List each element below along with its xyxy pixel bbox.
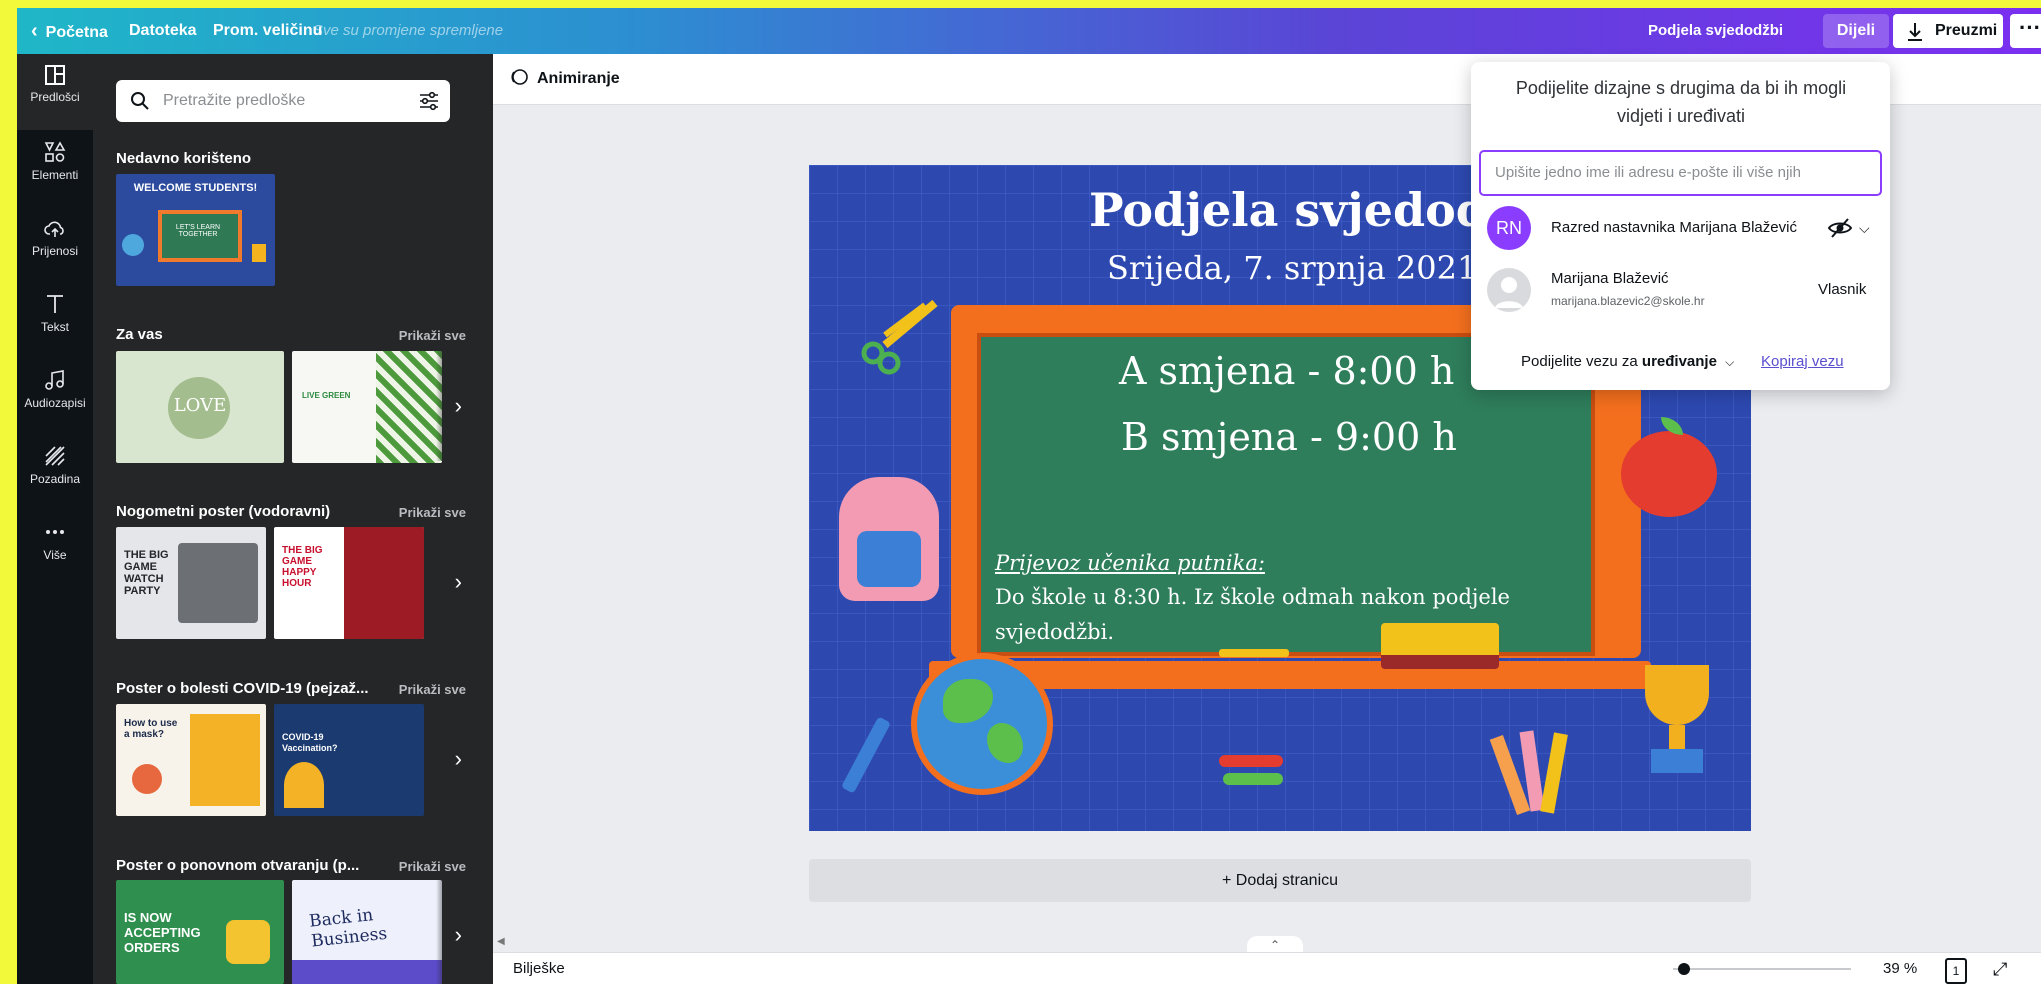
animate-icon bbox=[511, 69, 528, 85]
transport-line-2[interactable]: svjedodžbi. bbox=[995, 620, 1114, 644]
scissors-illustration bbox=[855, 295, 945, 380]
background-pattern-icon bbox=[45, 446, 65, 466]
home-button[interactable]: ‹ Početna bbox=[31, 8, 108, 54]
zoom-level[interactable]: 39 % bbox=[1883, 953, 1917, 984]
filter-sliders-icon[interactable] bbox=[418, 90, 440, 112]
add-page-button[interactable]: + Dodaj stranicu bbox=[809, 859, 1751, 902]
template-thumb-welcome[interactable]: WELCOME STUDENTS! LET'S LEARN TOGETHER bbox=[116, 174, 275, 286]
shapes-icon bbox=[44, 141, 66, 162]
template-thumb-watch-party[interactable]: THE BIG GAME WATCH PARTY bbox=[116, 527, 266, 639]
template-thumb-love[interactable]: LOVE bbox=[116, 351, 284, 463]
file-menu[interactable]: Datoteka bbox=[129, 8, 197, 54]
template-thumb-mask[interactable]: How to use a mask? bbox=[116, 704, 266, 816]
chevron-right-icon[interactable]: › bbox=[436, 351, 462, 461]
share-row-owner: Marijana Blažević marijana.blazevic2@sko… bbox=[1487, 268, 1877, 314]
chevron-right-icon[interactable]: › bbox=[436, 704, 462, 814]
owner-avatar bbox=[1487, 268, 1531, 312]
team-avatar: RN bbox=[1487, 206, 1531, 250]
chevron-up-icon[interactable]: ⌃ bbox=[1247, 936, 1303, 952]
resize-button[interactable]: Prom. veličinu bbox=[213, 8, 322, 54]
notes-button[interactable]: Bilješke bbox=[513, 953, 565, 984]
upload-cloud-icon bbox=[44, 221, 64, 237]
owner-name: Marijana Blažević bbox=[1551, 270, 1669, 287]
team-name: Razred nastavnika Marijana Blažević bbox=[1551, 219, 1797, 236]
template-thumb-live-green[interactable]: LIVE GREEN bbox=[292, 351, 442, 463]
share-button[interactable]: Dijeli bbox=[1823, 14, 1889, 48]
music-note-icon bbox=[45, 370, 64, 390]
rail-item-uploads[interactable]: Prijenosi bbox=[17, 206, 93, 282]
apple-illustration bbox=[1621, 417, 1717, 517]
rail-item-elements[interactable]: Elementi bbox=[17, 130, 93, 206]
visibility-off-icon[interactable] bbox=[1827, 217, 1853, 243]
document-title[interactable]: Podjela svjedodžbi bbox=[1648, 8, 1783, 54]
shift-a-text[interactable]: A smjena - 8:00 h bbox=[1119, 349, 1454, 393]
canva-app: ‹ Početna Datoteka Prom. veličinu Sve su … bbox=[17, 8, 2041, 984]
template-icon bbox=[45, 65, 65, 85]
fullscreen-icon[interactable]: ⤢ bbox=[1993, 953, 2007, 984]
section-title-recent: Nedavno korišteno bbox=[116, 150, 252, 167]
download-button[interactable]: Preuzmi bbox=[1893, 14, 2003, 48]
side-rail: Predlošci Elementi Prijenosi Tekst Audio… bbox=[17, 54, 93, 984]
share-popup-title: Podijelite dizajne s drugima da bi ih mo… bbox=[1515, 78, 1847, 126]
see-all-covid[interactable]: Prikaži sve bbox=[399, 682, 466, 697]
rail-item-background[interactable]: Pozadina bbox=[17, 434, 93, 510]
template-thumb-vaccination[interactable]: COVID-19 Vaccination? bbox=[274, 704, 424, 816]
rail-item-templates[interactable]: Predlošci bbox=[17, 54, 93, 130]
copy-link-button[interactable]: Kopiraj vezu bbox=[1761, 353, 1844, 370]
top-bar: ‹ Početna Datoteka Prom. veličinu Sve su … bbox=[17, 8, 2041, 54]
crayons-illustration bbox=[1219, 755, 1283, 795]
see-all-for-you[interactable]: Prikaži sve bbox=[399, 328, 466, 343]
chalk-piece bbox=[1219, 649, 1289, 657]
owner-email: marijana.blazevic2@skole.hr bbox=[1551, 294, 1705, 308]
section-title-covid: Poster o bolesti COVID-19 (pejzaž... bbox=[116, 680, 369, 697]
zoom-slider-handle[interactable] bbox=[1678, 963, 1690, 975]
chalk-eraser bbox=[1381, 623, 1499, 669]
search-input[interactable]: Pretražite predloške bbox=[163, 80, 305, 122]
backpack-illustration bbox=[839, 477, 939, 601]
scroll-left-icon[interactable]: ◀ bbox=[497, 936, 505, 947]
share-popup: Podijelite dizajne s drugima da bi ih mo… bbox=[1471, 62, 1890, 390]
text-icon bbox=[47, 295, 63, 313]
more-options-button[interactable]: ··· bbox=[2010, 14, 2041, 48]
section-title-football: Nogometni poster (vodoravni) bbox=[116, 503, 331, 520]
chevron-right-icon[interactable]: › bbox=[436, 527, 462, 637]
animate-button[interactable]: Animiranje bbox=[509, 54, 620, 104]
user-avatar-icon bbox=[1495, 277, 1523, 308]
transport-line-1[interactable]: Do škole u 8:30 h. Iz škole odmah nakon … bbox=[995, 585, 1510, 609]
page-count-button[interactable]: 1 bbox=[1945, 958, 1967, 984]
transport-heading[interactable]: Prijevoz učenika putnika: bbox=[995, 551, 1265, 575]
template-thumb-accepting-orders[interactable]: IS NOW ACCEPTING ORDERS bbox=[116, 880, 284, 984]
templates-panel: Pretražite predloške Nedavno korišteno W… bbox=[93, 54, 493, 984]
section-title-for-you: Za vas bbox=[116, 326, 163, 343]
share-row-team: RN Razred nastavnika Marijana Blažević ⌵ bbox=[1487, 206, 1877, 252]
see-all-football[interactable]: Prikaži sve bbox=[399, 505, 466, 520]
zoom-slider[interactable] bbox=[1673, 963, 1851, 975]
design-date[interactable]: Srijeda, 7. srpnja 2021. bbox=[1107, 249, 1488, 287]
template-thumb-back-in-business[interactable]: Back in Business bbox=[292, 880, 442, 984]
chevron-down-icon: ⌵ bbox=[1725, 355, 1735, 369]
globe-illustration bbox=[911, 653, 1053, 795]
template-thumb-happy-hour[interactable]: THE BIG GAME HAPPY HOUR bbox=[274, 527, 424, 639]
rail-item-audio[interactable]: Audiozapisi bbox=[17, 358, 93, 434]
share-email-input[interactable]: Upišite jedno ime ili adresu e-pošte ili… bbox=[1479, 150, 1882, 196]
pencils-illustration bbox=[1489, 725, 1573, 815]
search-icon bbox=[131, 92, 149, 110]
bottom-bar: Bilješke 39 % 1 ⤢ bbox=[493, 952, 2041, 984]
owner-role: Vlasnik bbox=[1818, 281, 1867, 298]
shift-b-text[interactable]: B smjena - 9:00 h bbox=[1121, 415, 1457, 459]
rail-item-text[interactable]: Tekst bbox=[17, 282, 93, 358]
see-all-reopening[interactable]: Prikaži sve bbox=[399, 859, 466, 874]
section-title-reopening: Poster o ponovnom otvaranju (p... bbox=[116, 857, 360, 874]
chevron-left-icon: ‹ bbox=[31, 20, 38, 42]
save-status: Sve su promjene spremljene bbox=[313, 22, 504, 39]
chevron-down-icon[interactable]: ⌵ bbox=[1859, 206, 1870, 250]
rail-item-more[interactable]: Više bbox=[17, 510, 93, 586]
more-dots-icon bbox=[46, 530, 64, 534]
trophy-illustration bbox=[1637, 665, 1717, 785]
link-permission-dropdown[interactable]: Podijelite vezu za uređivanje ⌵ bbox=[1521, 353, 1734, 370]
template-search[interactable]: Pretražite predloške bbox=[116, 80, 450, 122]
chevron-right-icon[interactable]: › bbox=[436, 880, 462, 984]
